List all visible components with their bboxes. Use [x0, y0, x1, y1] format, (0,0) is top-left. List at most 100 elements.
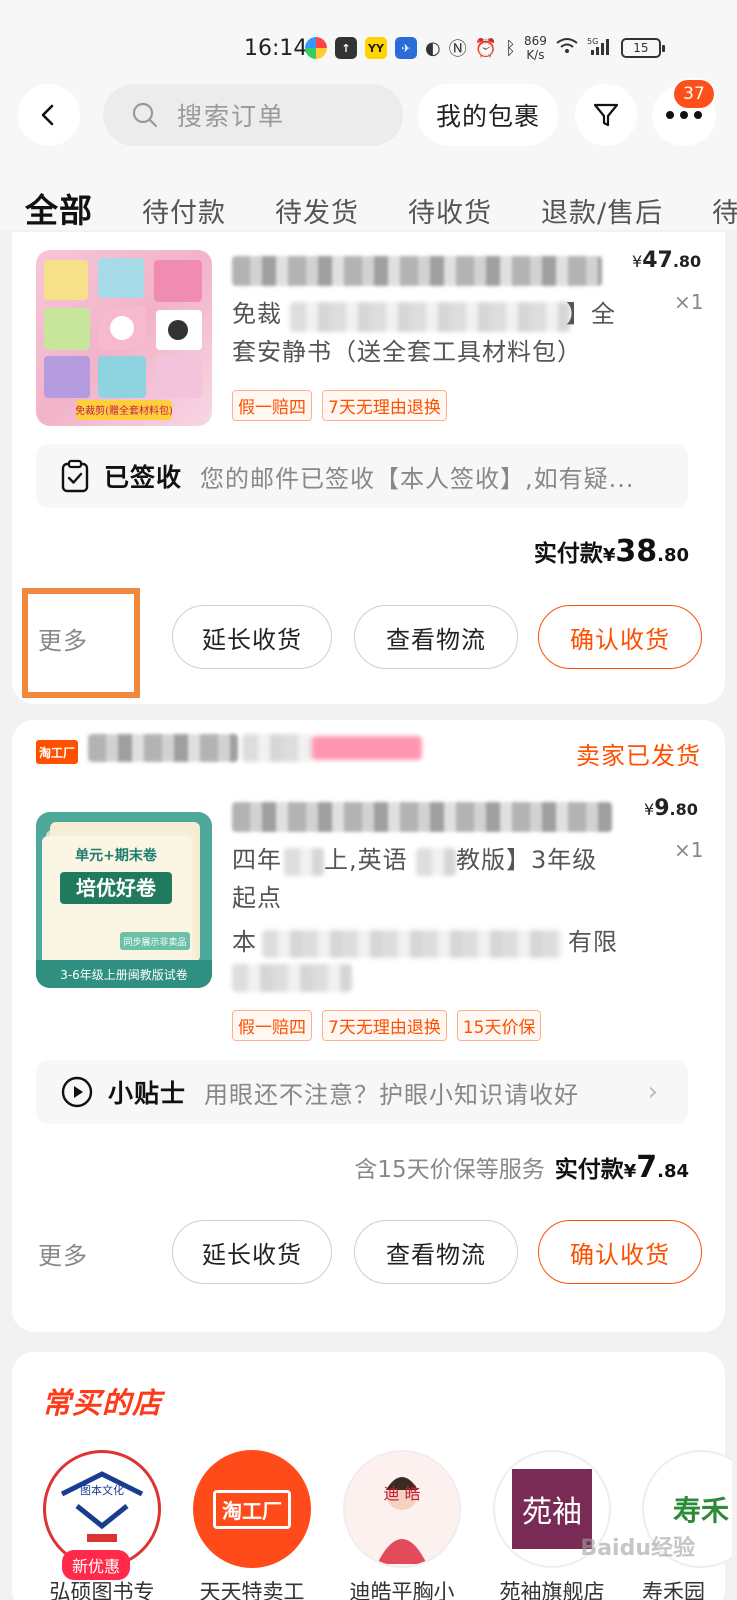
- tips-title: 小贴士: [108, 1079, 187, 1108]
- shop-status: 卖家已发货: [576, 742, 701, 770]
- status-bar: 16:14 ↑ YY ✈ ◐ Ⓝ ⏰ ᛒ 869 K/s 5G 15: [0, 0, 737, 80]
- price-integer: 9: [654, 796, 670, 821]
- status-title: 已签收: [104, 463, 183, 492]
- tab-pending-review[interactable]: 待: [712, 191, 737, 230]
- clipboard-check-icon: [61, 459, 89, 493]
- view-logistics-button[interactable]: 查看物流: [354, 1220, 518, 1284]
- svg-text:同步展示非卖品: 同步展示非卖品: [123, 936, 186, 948]
- view-logistics-button[interactable]: 查看物流: [354, 605, 518, 669]
- blurred-desc: [232, 964, 352, 992]
- price-decimal: .80: [669, 800, 698, 819]
- net-speed-value: 869: [523, 34, 547, 48]
- service-note: 含15天价保等服务: [354, 1157, 545, 1183]
- paid-integer: 38: [615, 534, 658, 569]
- service-tag: 7天无理由退换: [322, 1010, 447, 1041]
- service-tags: 假一赔四 7天无理由退换 15天价保: [232, 1010, 542, 1041]
- product-desc-line3: 本: [232, 928, 257, 956]
- unit-price: ¥9.80: [644, 796, 698, 821]
- svg-text:培优好卷: 培优好卷: [76, 876, 157, 900]
- blurred-title: [232, 802, 612, 832]
- paid-label: 实付款: [554, 1157, 624, 1183]
- chevron-right-icon: ›: [647, 1077, 658, 1107]
- store-logo: 迪 皓: [343, 1450, 461, 1568]
- store-item[interactable]: 淘工厂 天天特卖工: [192, 1450, 312, 1600]
- svg-text:迪 皓: 迪 皓: [383, 1484, 420, 1503]
- service-tag: 15天价保: [456, 1010, 542, 1041]
- battery-indicator: 15: [620, 38, 665, 58]
- frequent-stores-section: 常买的店 图本文化 新优惠 弘硕图书专 淘工厂 天天特卖工 迪 皓 迪皓平胸小 …: [12, 1352, 732, 1600]
- product-desc-line1: 免裁: [232, 298, 282, 330]
- product-desc-fragment: 教版】3年级: [456, 846, 598, 874]
- product-desc-fragment: 有限: [568, 928, 618, 956]
- service-tag: 7天无理由退换: [322, 390, 447, 421]
- play-circle-icon: [61, 1076, 93, 1108]
- yy-app-icon: YY: [365, 37, 387, 59]
- store-logo: 淘工厂: [193, 1450, 311, 1568]
- tab-pending-receipt[interactable]: 待收货: [408, 191, 492, 230]
- product-desc-line1-tail: 】全: [566, 300, 616, 328]
- tab-pending-shipment[interactable]: 待发货: [275, 191, 359, 230]
- watermark: Baidu经验: [580, 1536, 695, 1561]
- order-card: 免裁剪(赠全套材料包) ¥47.80 ×1 免裁 】全 套安静书（送全套工具材料…: [12, 232, 725, 704]
- tips-bar[interactable]: 小贴士 用眼还不注意？护眼小知识请收好 ›: [36, 1060, 688, 1124]
- extend-receipt-button[interactable]: 延长收货: [172, 605, 332, 669]
- tips-text: 用眼还不注意？护眼小知识请收好: [204, 1080, 580, 1109]
- svg-text:单元+期末卷: 单元+期末卷: [75, 847, 158, 864]
- price-decimal: .80: [672, 252, 702, 271]
- store-item[interactable]: 图本文化 新优惠 弘硕图书专: [42, 1450, 162, 1600]
- svg-text:图本文化: 图本文化: [80, 1483, 124, 1497]
- service-tag: 假一赔四: [232, 1010, 312, 1041]
- paid-integer: 7: [636, 1150, 658, 1185]
- svg-text:3-6年级上册闽教版试卷: 3-6年级上册闽教版试卷: [60, 967, 188, 982]
- bluetooth-icon: ᛒ: [505, 37, 516, 59]
- store-logo-text: 淘工厂: [213, 1489, 291, 1529]
- app-color-icon: [305, 37, 327, 59]
- store-item[interactable]: 苑袖 苑袖旗舰店: [492, 1450, 612, 1600]
- blurred-shop-tag: [312, 736, 422, 760]
- svg-text:5G: 5G: [587, 37, 598, 46]
- confirm-receipt-button[interactable]: 确认收货: [538, 1220, 702, 1284]
- tab-all[interactable]: 全部: [25, 184, 93, 232]
- hd-icon: ◐: [425, 37, 441, 59]
- paid-symbol: ¥: [623, 1161, 637, 1182]
- store-logo-image: 迪 皓: [377, 1477, 427, 1564]
- net-speed-unit: K/s: [526, 48, 545, 62]
- product-desc-fragment: 上,英语: [324, 846, 408, 874]
- paid-decimal: .84: [657, 1161, 689, 1182]
- unit-price: ¥47.80: [632, 248, 701, 273]
- blurred-desc: [416, 848, 456, 876]
- section-title: 常买的店: [42, 1386, 163, 1420]
- store-name: 天天特卖工: [199, 1580, 305, 1600]
- new-offer-badge: 新优惠: [62, 1550, 131, 1580]
- status-detail: 您的邮件已签收【本人签收】,如有疑...: [200, 464, 635, 493]
- blurred-desc: [290, 302, 570, 332]
- store-item[interactable]: 迪 皓 迪皓平胸小: [342, 1450, 462, 1600]
- more-link[interactable]: 更多: [38, 1236, 88, 1271]
- extend-receipt-button[interactable]: 延长收货: [172, 1220, 332, 1284]
- order-card: 淘工厂 卖家已发货 单元+期末卷 培优好卷 同步展示非卖品 3-6年级上册闽教版…: [12, 720, 725, 1332]
- blurred-shop-name[interactable]: [88, 734, 238, 762]
- status-time: 16:14: [244, 36, 308, 61]
- product-thumbnail[interactable]: 单元+期末卷 培优好卷 同步展示非卖品 3-6年级上册闽教版试卷: [36, 812, 212, 988]
- tab-pending-payment[interactable]: 待付款: [142, 191, 226, 230]
- store-item[interactable]: 寿禾 寿禾园: [642, 1450, 732, 1600]
- app-notification-icon: ✈: [395, 37, 417, 59]
- service-tags: 假一赔四 7天无理由退换: [232, 390, 447, 421]
- product-image: 单元+期末卷 培优好卷 同步展示非卖品 3-6年级上册闽教版试卷: [36, 812, 212, 988]
- store-logo-image: 图本文化: [60, 1471, 144, 1542]
- paid-symbol: ¥: [602, 545, 616, 566]
- store-name: 苑袖旗舰店: [499, 1580, 605, 1600]
- nfc-icon: Ⓝ: [448, 39, 467, 60]
- paid-amount: 含15天价保等服务 实付款¥7.84: [354, 1150, 689, 1185]
- paid-label: 实付款: [533, 541, 603, 567]
- upload-icon: ↑: [335, 37, 357, 59]
- tab-refund[interactable]: 退款/售后: [541, 191, 663, 230]
- delivery-status-bar[interactable]: 已签收 您的邮件已签收【本人签收】,如有疑...: [36, 444, 688, 508]
- product-thumbnail[interactable]: 免裁剪(赠全套材料包): [36, 250, 212, 426]
- more-link[interactable]: 更多: [38, 621, 88, 656]
- store-name: 寿禾园: [642, 1580, 705, 1600]
- blurred-shop-name: [242, 734, 312, 762]
- product-desc-line1: 四年: [232, 844, 282, 876]
- confirm-receipt-button[interactable]: 确认收货: [538, 605, 702, 669]
- quantity: ×1: [674, 838, 704, 862]
